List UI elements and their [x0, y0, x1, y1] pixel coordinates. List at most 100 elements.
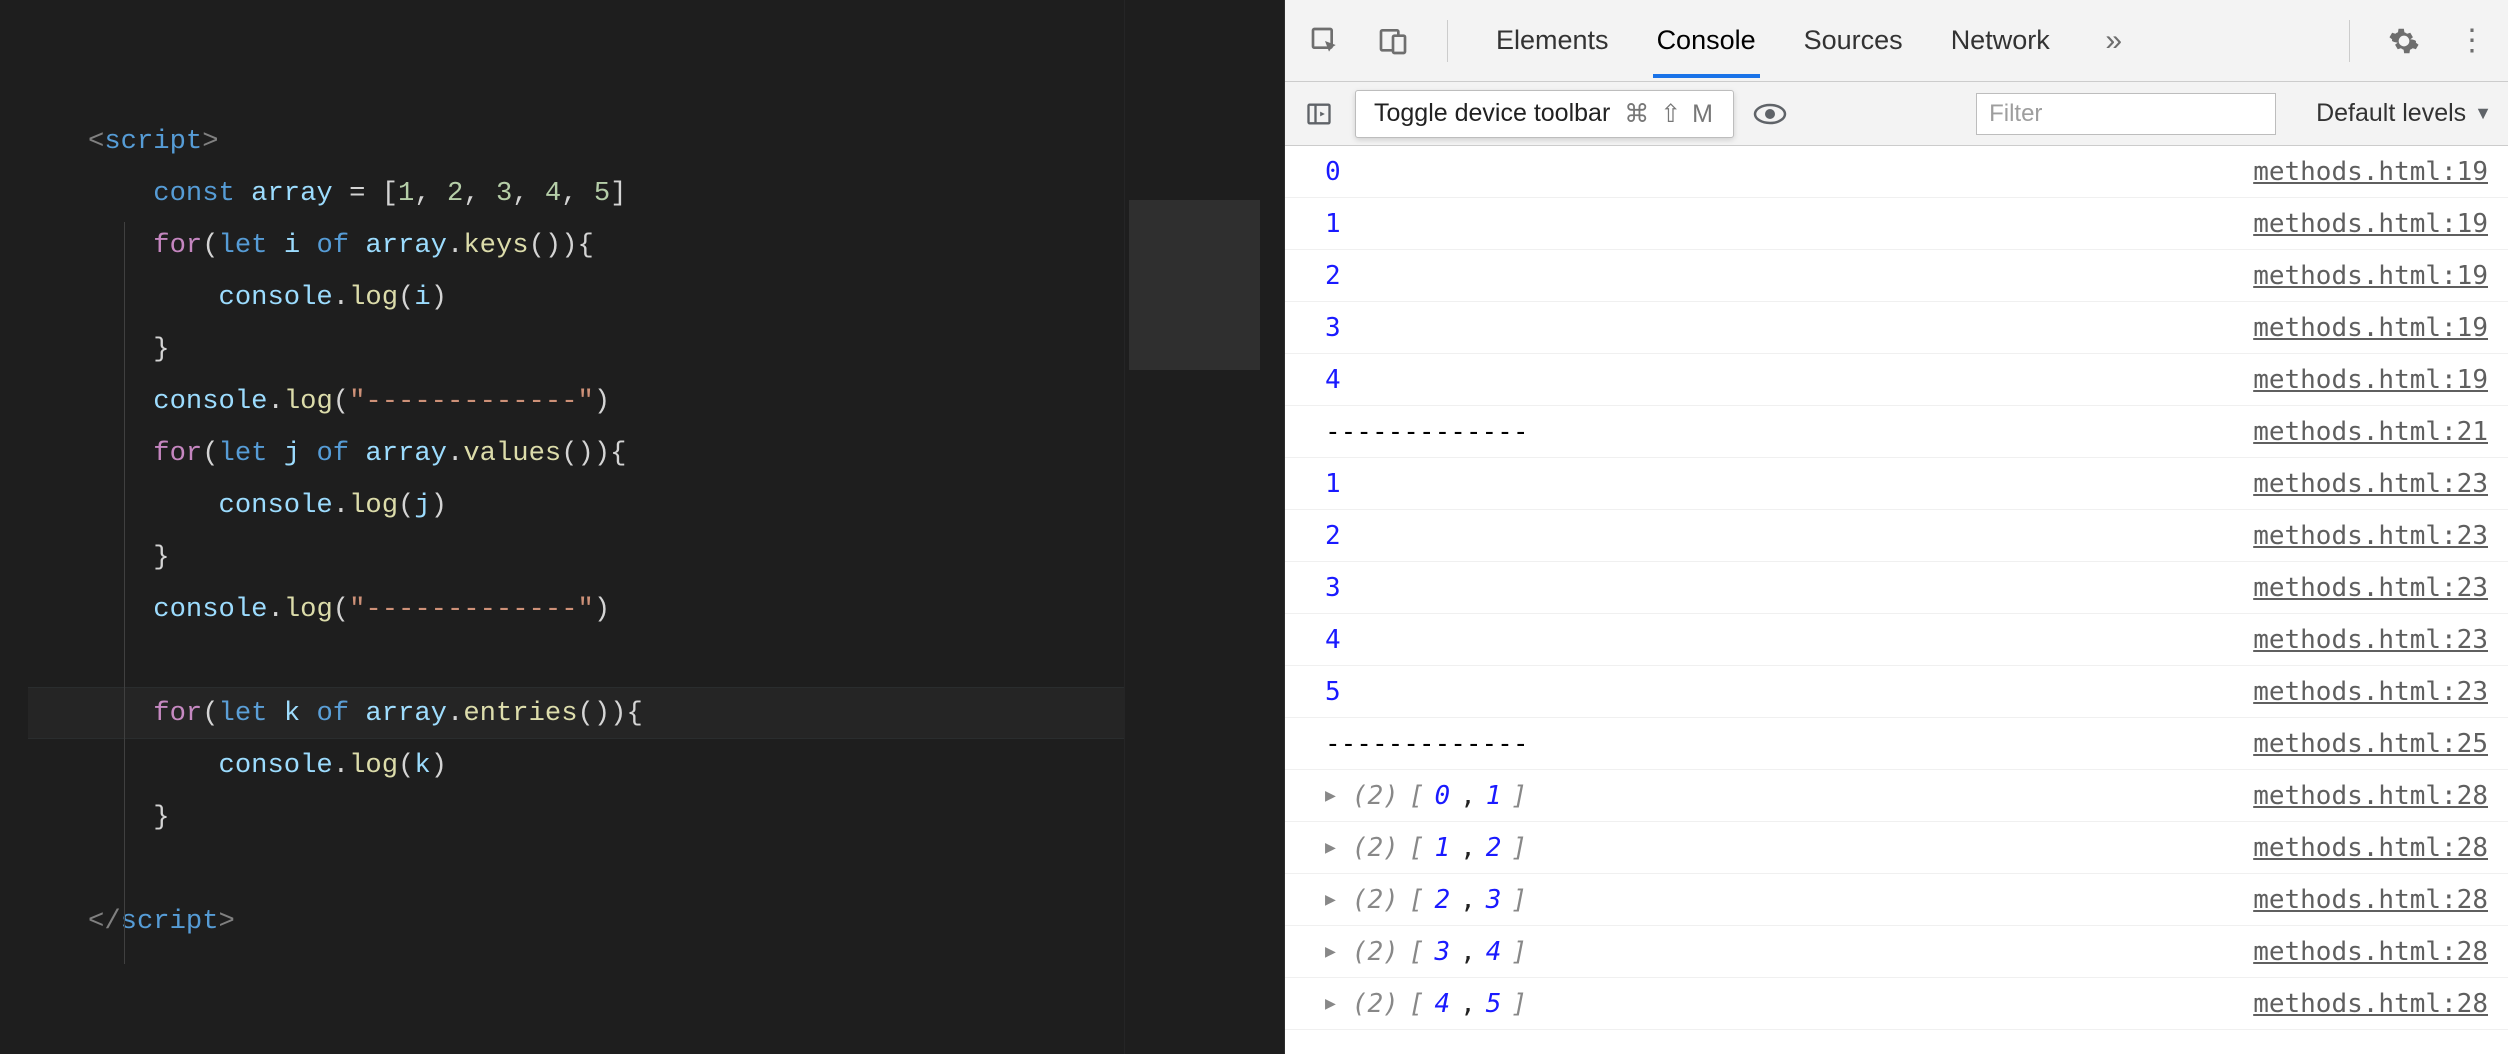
- console-message: 3: [1325, 573, 2253, 603]
- console-row: ▶(2) [4, 5]methods.html:28: [1285, 978, 2508, 1030]
- console-source-link[interactable]: methods.html:28: [2253, 833, 2488, 863]
- console-source-link[interactable]: methods.html:19: [2253, 157, 2488, 187]
- console-row: ------------- methods.html:21: [1285, 406, 2508, 458]
- console-message: ▶(2) [3, 4]: [1325, 937, 2253, 967]
- console-value-number: 5: [1325, 677, 1341, 707]
- tab-console[interactable]: Console: [1653, 3, 1760, 78]
- array-item: 3: [1486, 885, 1502, 915]
- array-item: 0: [1434, 781, 1450, 811]
- console-message: 2: [1325, 521, 2253, 551]
- console-source-link[interactable]: methods.html:19: [2253, 209, 2488, 239]
- console-row: 2 methods.html:19: [1285, 250, 2508, 302]
- console-row: 1 methods.html:19: [1285, 198, 2508, 250]
- disclosure-triangle-icon[interactable]: ▶: [1325, 837, 1336, 858]
- tabbar-divider: [1447, 20, 1448, 62]
- device-toolbar-icon[interactable]: [1373, 21, 1413, 61]
- tooltip-shortcut: ⌘ ⇧ M: [1624, 99, 1715, 129]
- console-source-link[interactable]: methods.html:19: [2253, 261, 2488, 291]
- array-bracket: [: [1409, 937, 1425, 967]
- array-bracket: ]: [1511, 989, 1527, 1019]
- devtools-tabs: Elements Console Sources Network »: [1492, 3, 2134, 78]
- console-row: 5 methods.html:23: [1285, 666, 2508, 718]
- log-levels-label: Default levels: [2316, 99, 2466, 128]
- console-source-link[interactable]: methods.html:23: [2253, 677, 2488, 707]
- array-bracket: [: [1409, 989, 1425, 1019]
- console-row: ▶(2) [1, 2]methods.html:28: [1285, 822, 2508, 874]
- editor-code[interactable]: <script> const array = [1, 2, 3, 4, 5] f…: [28, 0, 1284, 948]
- console-source-link[interactable]: methods.html:23: [2253, 625, 2488, 655]
- console-filter-input[interactable]: [1976, 93, 2276, 135]
- disclosure-triangle-icon[interactable]: ▶: [1325, 993, 1336, 1014]
- console-source-link[interactable]: methods.html:25: [2253, 729, 2488, 759]
- console-source-link[interactable]: methods.html:21: [2253, 417, 2488, 447]
- devtools-panel: Elements Console Sources Network » ⋮ Tog…: [1285, 0, 2508, 1054]
- console-source-link[interactable]: methods.html:28: [2253, 885, 2488, 915]
- console-value-number: 3: [1325, 313, 1341, 343]
- tab-sources[interactable]: Sources: [1800, 3, 1907, 78]
- array-item: 3: [1434, 937, 1450, 967]
- console-message: -------------: [1325, 417, 2253, 447]
- more-tabs-icon[interactable]: »: [2094, 21, 2134, 61]
- array-item: 5: [1486, 989, 1502, 1019]
- console-message: 4: [1325, 625, 2253, 655]
- console-row: -------------methods.html:25: [1285, 718, 2508, 770]
- array-length: (2): [1352, 937, 1399, 967]
- tab-elements[interactable]: Elements: [1492, 3, 1613, 78]
- disclosure-triangle-icon[interactable]: ▶: [1325, 889, 1336, 910]
- console-row: 3 methods.html:19: [1285, 302, 2508, 354]
- console-row: ▶(2) [2, 3]methods.html:28: [1285, 874, 2508, 926]
- tab-network[interactable]: Network: [1947, 3, 2054, 78]
- console-row: ▶(2) [0, 1]methods.html:28: [1285, 770, 2508, 822]
- console-value-number: 1: [1325, 469, 1341, 499]
- inspect-element-icon[interactable]: [1305, 21, 1345, 61]
- log-levels-dropdown[interactable]: Default levels ▼: [2294, 99, 2492, 128]
- console-message: ▶(2) [2, 3]: [1325, 885, 2253, 915]
- array-bracket: ]: [1511, 885, 1527, 915]
- console-output[interactable]: 0methods.html:191methods.html:192methods…: [1285, 146, 2508, 1054]
- array-length: (2): [1352, 989, 1399, 1019]
- settings-icon[interactable]: [2384, 21, 2424, 61]
- console-message: ▶(2) [0, 1]: [1325, 781, 2253, 811]
- array-item: 4: [1434, 989, 1450, 1019]
- array-length: (2): [1352, 833, 1399, 863]
- code-editor[interactable]: <script> const array = [1, 2, 3, 4, 5] f…: [0, 0, 1285, 1054]
- live-expression-icon[interactable]: [1752, 96, 1788, 132]
- dropdown-icon: ▼: [2474, 103, 2492, 124]
- console-message: ▶(2) [4, 5]: [1325, 989, 2253, 1019]
- array-item: 2: [1434, 885, 1450, 915]
- array-item: 4: [1486, 937, 1502, 967]
- console-row: 4 methods.html:23: [1285, 614, 2508, 666]
- console-source-link[interactable]: methods.html:28: [2253, 781, 2488, 811]
- console-row: 0methods.html:19: [1285, 146, 2508, 198]
- console-value-number: 1: [1325, 209, 1341, 239]
- console-value-number: 4: [1325, 625, 1341, 655]
- console-message: 3: [1325, 313, 2253, 343]
- console-message: 5: [1325, 677, 2253, 707]
- editor-minimap[interactable]: [1124, 0, 1284, 1054]
- console-sidebar-toggle-icon[interactable]: [1301, 96, 1337, 132]
- array-bracket: [: [1409, 885, 1425, 915]
- more-menu-icon[interactable]: ⋮: [2452, 21, 2492, 61]
- console-source-link[interactable]: methods.html:28: [2253, 937, 2488, 967]
- console-source-link[interactable]: methods.html:23: [2253, 521, 2488, 551]
- console-value-number: 2: [1325, 261, 1341, 291]
- console-value-number: 2: [1325, 521, 1341, 551]
- console-row: 4methods.html:19: [1285, 354, 2508, 406]
- console-source-link[interactable]: methods.html:19: [2253, 313, 2488, 343]
- console-source-link[interactable]: methods.html:23: [2253, 573, 2488, 603]
- console-source-link[interactable]: methods.html:19: [2253, 365, 2488, 395]
- array-length: (2): [1352, 781, 1399, 811]
- array-bracket: ]: [1511, 833, 1527, 863]
- disclosure-triangle-icon[interactable]: ▶: [1325, 941, 1336, 962]
- console-value-string: -------------: [1325, 417, 1529, 447]
- console-value-number: 3: [1325, 573, 1341, 603]
- disclosure-triangle-icon[interactable]: ▶: [1325, 785, 1336, 806]
- device-toolbar-tooltip: Toggle device toolbar ⌘ ⇧ M: [1355, 90, 1734, 138]
- console-message: ▶(2) [1, 2]: [1325, 833, 2253, 863]
- array-bracket: ]: [1511, 937, 1527, 967]
- console-message: 2: [1325, 261, 2253, 291]
- console-source-link[interactable]: methods.html:23: [2253, 469, 2488, 499]
- tooltip-text: Toggle device toolbar: [1374, 99, 1610, 128]
- console-source-link[interactable]: methods.html:28: [2253, 989, 2488, 1019]
- console-row: 2 methods.html:23: [1285, 510, 2508, 562]
